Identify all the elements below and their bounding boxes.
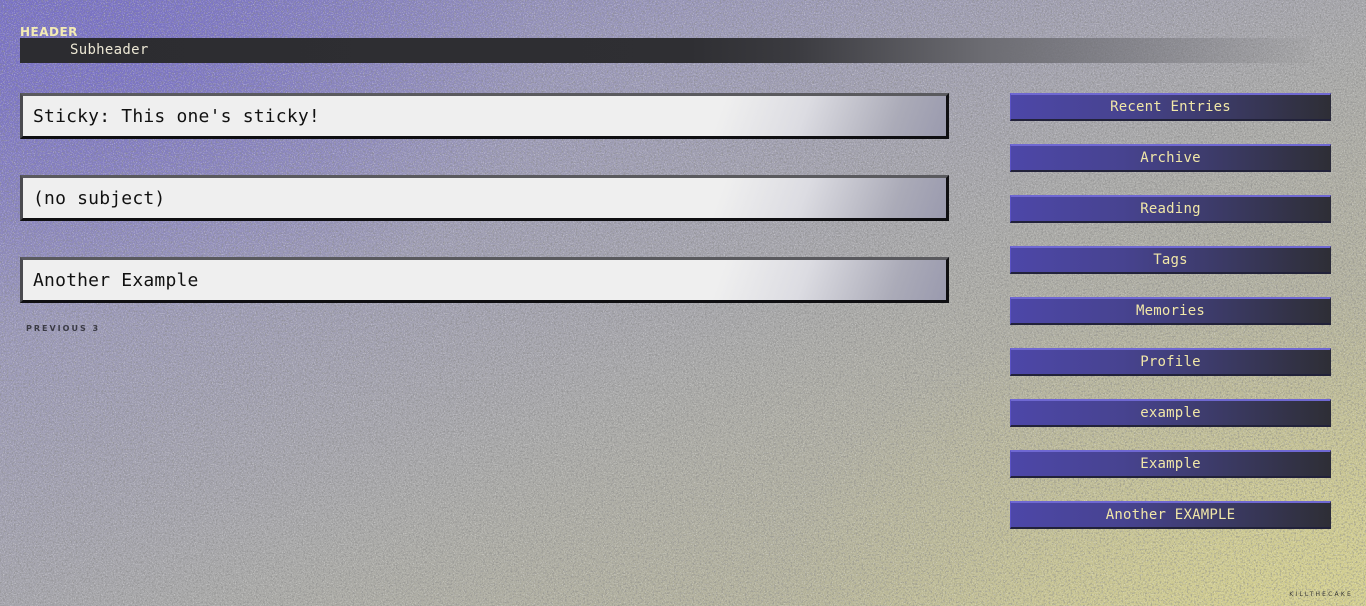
- sidebar-item-label: Recent Entries: [1110, 99, 1231, 115]
- sidebar-item-label: example: [1140, 405, 1201, 421]
- entry-subject-link[interactable]: (no subject): [33, 188, 165, 209]
- entry-list: Sticky: This one's sticky! (no subject) …: [20, 93, 949, 339]
- sidebar-item-label: Archive: [1140, 150, 1201, 166]
- sidebar-item-label: Reading: [1140, 201, 1201, 217]
- sidebar-nav: Recent Entries Archive Reading Tags Memo…: [1010, 93, 1331, 552]
- sidebar-item-another-example[interactable]: Another EXAMPLE: [1010, 501, 1331, 529]
- subheader-bar: Subheader: [20, 38, 1310, 63]
- sidebar-item-reading[interactable]: Reading: [1010, 195, 1331, 223]
- site-header: HEADER Subheader: [20, 25, 1310, 63]
- sidebar-item-label: Profile: [1140, 354, 1201, 370]
- sidebar-item-label: Memories: [1135, 303, 1206, 319]
- theme-credit: KILLTHECAKE: [1289, 591, 1353, 598]
- sidebar-item-label: Another EXAMPLE: [1105, 507, 1236, 523]
- sidebar-item-label: Example: [1140, 456, 1201, 472]
- sidebar-item-profile[interactable]: Profile: [1010, 348, 1331, 376]
- entry-item: Another Example: [20, 257, 949, 303]
- sidebar-item-memories[interactable]: Memories: [1010, 297, 1331, 325]
- sidebar-item-recent-entries[interactable]: Recent Entries: [1010, 93, 1331, 121]
- entry-subject-link[interactable]: Sticky: This one's sticky!: [33, 106, 320, 127]
- sidebar-item-tags[interactable]: Tags: [1010, 246, 1331, 274]
- sidebar-item-example[interactable]: Example: [1010, 450, 1331, 478]
- sidebar-item-archive[interactable]: Archive: [1010, 144, 1331, 172]
- subheader-text: Subheader: [70, 42, 149, 58]
- entry-item: Sticky: This one's sticky!: [20, 93, 949, 139]
- sidebar-item-example-lower[interactable]: example: [1010, 399, 1331, 427]
- journal-page: { "header": { "title": "HEADER", "subhea…: [0, 0, 1366, 606]
- entry-item: (no subject): [20, 175, 949, 221]
- sidebar-item-label: Tags: [1153, 252, 1188, 268]
- page-title[interactable]: HEADER: [20, 25, 1310, 39]
- previous-page-link[interactable]: PREVIOUS 3: [26, 324, 100, 333]
- entry-subject-link[interactable]: Another Example: [33, 270, 199, 291]
